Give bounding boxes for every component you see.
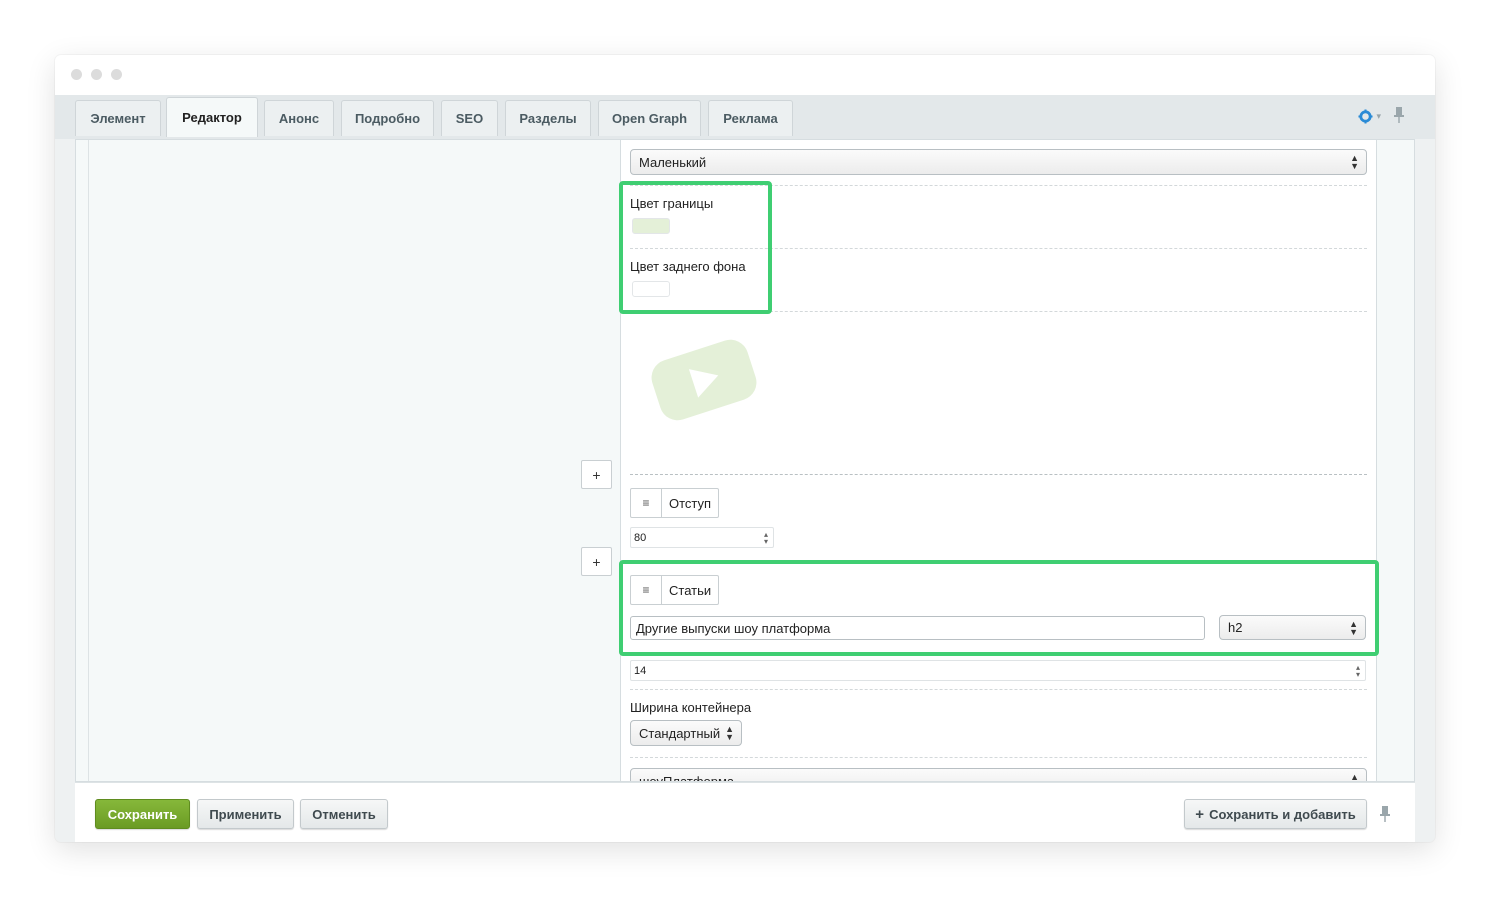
cancel-button[interactable]: Отменить	[300, 799, 388, 829]
tab-element[interactable]: Элемент	[75, 100, 161, 136]
spacer-value: 80	[634, 531, 647, 544]
container-width-label: Ширина контейнера	[630, 700, 752, 715]
tab-seo[interactable]: SEO	[441, 100, 498, 136]
gear-icon[interactable]: ▾	[1358, 108, 1381, 124]
apply-button[interactable]: Применить	[197, 799, 294, 829]
tab-open-graph[interactable]: Open Graph	[598, 100, 701, 136]
editor-left-column	[88, 140, 621, 781]
tab-label: Анонс	[278, 111, 320, 126]
add-block-button[interactable]: +	[581, 460, 612, 489]
save-and-add-button[interactable]: + Сохранить и добавить	[1184, 799, 1367, 829]
size-select[interactable]: Маленький ▲ ▼	[630, 149, 1367, 175]
editor-panel: + + Маленький ▲ ▼ Цвет границы Цвет задне…	[75, 139, 1415, 782]
plus-icon: +	[1195, 805, 1205, 823]
stepper-icon[interactable]: ▴ ▾	[764, 531, 768, 546]
tab-announce[interactable]: Анонс	[264, 100, 334, 136]
pin-icon[interactable]	[1393, 106, 1405, 126]
highlight-box-colors	[619, 181, 772, 314]
select-arrows-icon: ▲▼	[1350, 772, 1359, 782]
window-minimize-dot[interactable]	[91, 69, 102, 80]
tab-label: SEO	[455, 111, 484, 126]
tab-details[interactable]: Подробно	[341, 100, 434, 136]
save-and-add-label: Сохранить и добавить	[1209, 806, 1356, 822]
tab-sections[interactable]: Разделы	[505, 100, 591, 136]
divider	[630, 689, 1367, 690]
tab-tools: ▾	[1358, 106, 1405, 126]
tab-ads[interactable]: Реклама	[708, 100, 793, 136]
spacer-block-header: ≡ Отступ	[630, 488, 720, 518]
tab-label: Разделы	[519, 111, 577, 126]
articles-count-input[interactable]: 14 ▴ ▾	[630, 660, 1366, 681]
tab-label: Подробно	[354, 111, 421, 126]
container-width-select[interactable]: Стандартный ▲ ▼	[630, 720, 742, 746]
add-block-button[interactable]: +	[581, 547, 612, 576]
divider	[630, 757, 1367, 758]
spacer-block-title: Отступ	[669, 495, 712, 511]
window-titlebar	[55, 55, 1435, 95]
tab-label: Реклама	[723, 111, 778, 126]
divider	[630, 474, 1367, 475]
highlight-box-articles	[619, 560, 1379, 656]
select-value: Маленький	[639, 154, 707, 170]
tabs-bar: Элемент Редактор Анонс Подробно SEO Разд…	[55, 95, 1435, 139]
tab-label: Элемент	[90, 111, 146, 126]
spacer-value-input[interactable]: 80 ▴ ▾	[630, 527, 774, 548]
bottom-select[interactable]: шоуПлатформа ▲▼	[630, 768, 1367, 782]
window-maximize-dot[interactable]	[111, 69, 122, 80]
select-value: Стандартный	[639, 725, 721, 741]
articles-count: 14	[634, 664, 647, 677]
pin-icon[interactable]	[1379, 805, 1391, 825]
select-arrows-icon: ▲▼	[725, 724, 734, 742]
select-value: шоуПлатформа	[639, 773, 735, 782]
tab-editor[interactable]: Редактор	[166, 97, 258, 137]
save-button[interactable]: Сохранить	[95, 799, 190, 829]
tab-label: Редактор	[182, 110, 242, 125]
youtube-play-icon	[649, 333, 759, 431]
select-arrows-icon: ▲▼	[1350, 153, 1359, 171]
tab-label: Open Graph	[611, 111, 688, 126]
browser-window: Элемент Редактор Анонс Подробно SEO Разд…	[55, 55, 1435, 842]
drag-handle-icon[interactable]: ≡	[631, 489, 662, 517]
window-close-dot[interactable]	[71, 69, 82, 80]
footer-bar: Сохранить Применить Отменить + Сохранить…	[75, 782, 1415, 842]
stepper-icon[interactable]: ▴ ▾	[1356, 664, 1360, 679]
chevron-down-icon: ▾	[1376, 110, 1381, 121]
